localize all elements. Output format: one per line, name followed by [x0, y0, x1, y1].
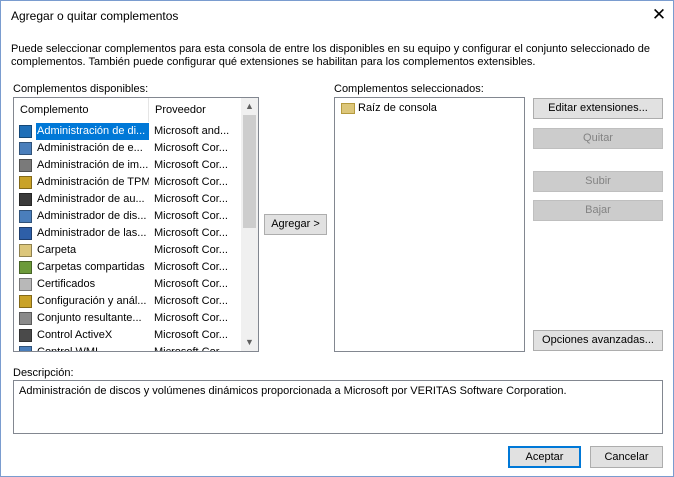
snapin-row[interactable]: Carpeta Microsoft Cor... [14, 242, 242, 259]
snapin-row[interactable]: Control WMI Microsoft Cor... [14, 344, 242, 352]
security-configuration-icon [19, 295, 32, 308]
snapin-provider: Microsoft Cor... [154, 329, 228, 341]
scroll-up-icon[interactable]: ▲ [241, 98, 258, 115]
snapin-row[interactable]: Administrador de dis... Microsoft Cor... [14, 208, 242, 225]
dialog-title: Agregar o quitar complementos [11, 9, 179, 23]
snapin-provider: Microsoft Cor... [154, 176, 228, 188]
folder-icon [341, 103, 355, 114]
snapin-name: Administración de e... [37, 142, 143, 154]
move-up-button[interactable]: Subir [533, 171, 663, 192]
snapin-provider: Microsoft and... [154, 125, 230, 137]
wmi-control-icon [19, 346, 32, 351]
snapin-name: Administrador de las... [37, 227, 147, 239]
available-snapins-list[interactable]: Complemento Proveedor Administración de … [13, 97, 259, 352]
computer-management-icon [19, 142, 32, 155]
snapin-provider: Microsoft Cor... [154, 261, 228, 273]
description-box: Administración de discos y volúmenes din… [13, 380, 663, 434]
snapin-name: Configuración y anál... [37, 295, 147, 307]
intro-text: Puede seleccionar complementos para esta… [11, 43, 651, 68]
snapin-name: Certificados [37, 278, 96, 290]
snapin-row[interactable]: Administración de im... Microsoft Cor... [14, 157, 242, 174]
snapin-row[interactable]: Administración de di... Microsoft and... [14, 123, 242, 140]
cancel-button[interactable]: Cancelar [590, 446, 663, 468]
selected-item[interactable]: Raíz de consola [335, 100, 524, 117]
snapin-name: Control WMI [37, 346, 99, 352]
scrollbar-thumb[interactable] [243, 115, 256, 228]
folder-icon [19, 244, 32, 257]
resultant-set-icon [19, 312, 32, 325]
snapin-name: Administración de di... [36, 123, 149, 140]
snapin-name: Control ActiveX [37, 329, 113, 341]
snapin-name: Administración de im... [37, 159, 149, 171]
snapin-provider: Microsoft Cor... [154, 244, 228, 256]
close-icon[interactable]: ✕ [647, 3, 671, 27]
column-header-snapin[interactable]: Complemento [14, 98, 149, 122]
snapin-name: Carpetas compartidas [37, 261, 145, 273]
snapin-provider: Microsoft Cor... [154, 159, 228, 171]
snapin-name: Conjunto resultante... [37, 312, 142, 324]
snapin-row[interactable]: Administrador de las... Microsoft Cor... [14, 225, 242, 242]
snapin-row[interactable]: Administración de TPM Microsoft Cor... [14, 174, 242, 191]
snapin-provider: Microsoft Cor... [154, 227, 228, 239]
selected-snapins-list[interactable]: Raíz de consola [334, 97, 525, 352]
remove-button[interactable]: Quitar [533, 128, 663, 149]
add-remove-snapins-dialog: Agregar o quitar complementos ✕ Puede se… [0, 0, 674, 477]
authorization-manager-icon [19, 193, 32, 206]
snapin-provider: Microsoft Cor... [154, 312, 228, 324]
certificates-icon [19, 278, 32, 291]
selected-item-label: Raíz de consola [358, 102, 437, 114]
disk-management-icon [19, 125, 32, 138]
snapin-provider: Microsoft Cor... [154, 193, 228, 205]
activex-control-icon [19, 329, 32, 342]
print-management-icon [19, 159, 32, 172]
snapin-row[interactable]: Carpetas compartidas Microsoft Cor... [14, 259, 242, 276]
scroll-down-icon[interactable]: ▼ [241, 334, 258, 351]
advanced-options-button[interactable]: Opciones avanzadas... [533, 330, 663, 351]
snapin-provider: Microsoft Cor... [154, 278, 228, 290]
snapin-provider: Microsoft Cor... [154, 142, 228, 154]
snapin-row[interactable]: Administración de e... Microsoft Cor... [14, 140, 242, 157]
snapin-row[interactable]: Administrador de au... Microsoft Cor... [14, 191, 242, 208]
add-button[interactable]: Agregar > [264, 214, 327, 235]
description-text: Administración de discos y volúmenes din… [19, 385, 567, 397]
snapin-name: Administrador de au... [37, 193, 145, 205]
policy-manager-icon [19, 227, 32, 240]
snapin-provider: Microsoft Cor... [154, 346, 228, 352]
shared-folders-icon [19, 261, 32, 274]
move-down-button[interactable]: Bajar [533, 200, 663, 221]
list-scrollbar[interactable]: ▲ ▼ [241, 98, 258, 351]
device-manager-icon [19, 210, 32, 223]
column-header-provider[interactable]: Proveedor [150, 98, 242, 122]
selected-snapins-label: Complementos seleccionados: [334, 83, 484, 95]
snapin-name: Administrador de dis... [37, 210, 147, 222]
description-label: Descripción: [13, 367, 74, 379]
snapin-provider: Microsoft Cor... [154, 210, 228, 222]
ok-button[interactable]: Aceptar [508, 446, 581, 468]
tpm-key-icon [19, 176, 32, 189]
available-snapins-rows: Administración de di... Microsoft and... A… [14, 123, 242, 352]
snapin-name: Administración de TPM [37, 176, 149, 188]
edit-extensions-button[interactable]: Editar extensiones... [533, 98, 663, 119]
snapin-provider: Microsoft Cor... [154, 295, 228, 307]
snapin-row[interactable]: Control ActiveX Microsoft Cor... [14, 327, 242, 344]
snapin-row[interactable]: Certificados Microsoft Cor... [14, 276, 242, 293]
available-snapins-label: Complementos disponibles: [13, 83, 149, 95]
snapin-row[interactable]: Configuración y anál... Microsoft Cor... [14, 293, 242, 310]
snapin-name: Carpeta [37, 244, 77, 256]
snapin-row[interactable]: Conjunto resultante... Microsoft Cor... [14, 310, 242, 327]
